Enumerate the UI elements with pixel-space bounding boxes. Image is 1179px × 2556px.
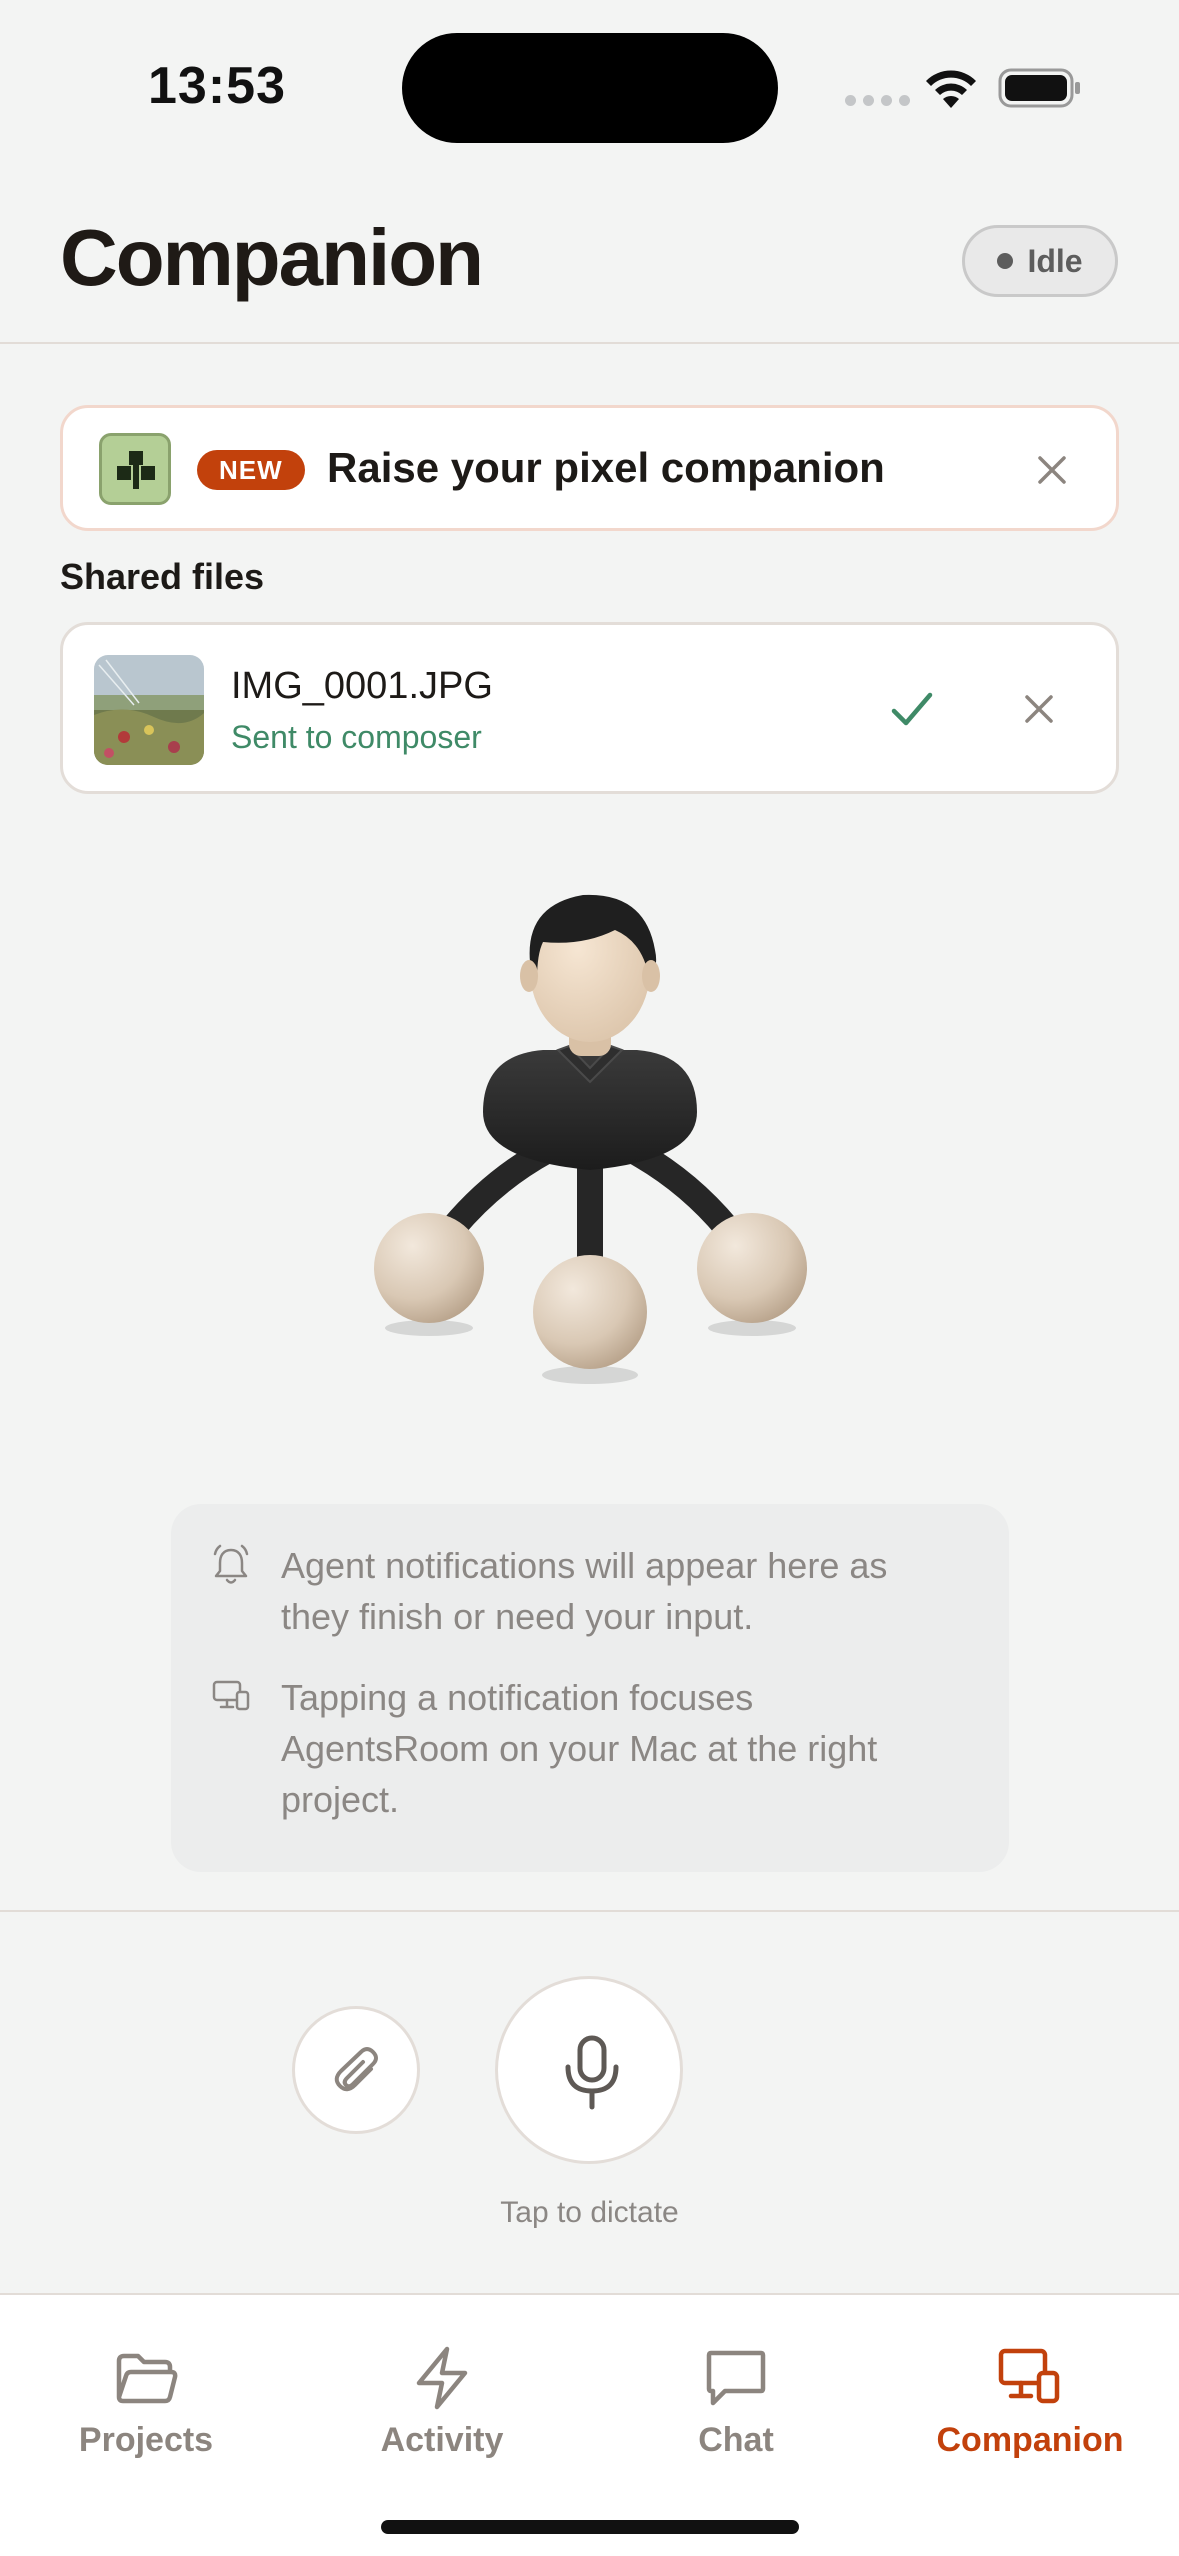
info-row-notifications: Agent notifications will appear here as …: [211, 1540, 921, 1642]
folder-icon: [116, 2353, 178, 2404]
notifications-info-card: Agent notifications will appear here as …: [171, 1504, 1009, 1872]
tab-label: Companion: [936, 2421, 1124, 2459]
tab-chat[interactable]: Chat: [616, 2345, 856, 2460]
notifications-text: Agent notifications will appear here as …: [281, 1545, 888, 1637]
tab-projects[interactable]: Projects: [26, 2345, 266, 2460]
info-row-focus: Tapping a notification focuses AgentsRoo…: [211, 1672, 921, 1825]
new-badge: NEW: [197, 450, 305, 490]
file-name: IMG_0001.JPG: [231, 665, 493, 707]
status-bar: 13:53: [0, 0, 1179, 170]
battery-icon: [998, 68, 1080, 108]
tab-companion[interactable]: Companion: [910, 2345, 1150, 2460]
shared-file-card[interactable]: IMG_0001.JPG Sent to composer: [60, 622, 1119, 794]
dynamic-island: [402, 33, 778, 143]
dictate-hint: Tap to dictate: [500, 2196, 679, 2229]
tab-bar: Projects Activity Chat Companion: [0, 2293, 1179, 2556]
chat-bubble-icon: [706, 2350, 766, 2406]
check-icon: [891, 692, 933, 726]
promo-banner[interactable]: NEW Raise your pixel companion: [60, 405, 1119, 531]
bolt-icon: [416, 2346, 468, 2410]
page-title: Companion: [60, 213, 484, 302]
remove-file-icon[interactable]: [1019, 689, 1059, 729]
home-indicator: [381, 2520, 799, 2534]
file-thumbnail: [94, 655, 204, 765]
promo-text: Raise your pixel companion: [327, 444, 885, 491]
header: Companion Idle: [0, 170, 1179, 344]
status-label: Idle: [1027, 242, 1083, 279]
tab-label: Activity: [380, 2421, 504, 2459]
wifi-icon: [926, 70, 976, 108]
status-dot-icon: [997, 253, 1014, 269]
close-icon[interactable]: [1032, 450, 1072, 490]
microphone-icon: [565, 2035, 619, 2110]
shared-files-label: Shared files: [60, 556, 265, 597]
desktop-phone-icon: [998, 2348, 1060, 2404]
bell-icon: [213, 1544, 249, 1584]
status-badge: Idle: [962, 225, 1118, 297]
focus-text: Tapping a notification focuses AgentsRoo…: [281, 1677, 878, 1820]
desktop-phone-icon: [212, 1680, 250, 1711]
composer-divider: [0, 1910, 1179, 1912]
cellular-signal-icon: [845, 95, 910, 106]
tab-label: Projects: [78, 2421, 214, 2459]
paperclip-icon: [334, 2047, 378, 2092]
companion-avatar: [374, 894, 807, 1384]
tab-label: Chat: [698, 2421, 774, 2459]
file-status: Sent to composer: [231, 719, 482, 755]
status-time: 13:53: [148, 57, 286, 115]
pixel-companion-icon: [99, 433, 171, 505]
attach-button[interactable]: [292, 2006, 420, 2134]
tab-activity[interactable]: Activity: [322, 2345, 562, 2460]
dictate-button[interactable]: [495, 1976, 683, 2164]
